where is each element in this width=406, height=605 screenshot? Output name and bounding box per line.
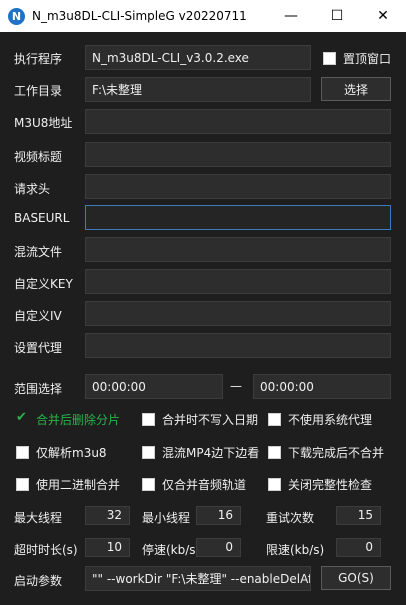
checkbox-box[interactable]: [268, 446, 281, 459]
option-label: 混流MP4边下边看: [162, 446, 260, 460]
option-label: 合并时不写入日期: [162, 413, 259, 427]
option-label: 关闭完整性检查: [288, 478, 373, 492]
exe-label: 执行程序: [14, 52, 63, 66]
stop-speed-input[interactable]: 0: [196, 538, 241, 557]
option-checkbox[interactable]: 合并后删除分片: [16, 410, 121, 428]
video-title-input[interactable]: [85, 142, 391, 167]
close-button[interactable]: ✕: [360, 0, 406, 32]
workdir-label: 工作目录: [14, 84, 63, 98]
max-threads-label: 最大线程: [14, 511, 63, 525]
custom-key-input[interactable]: [85, 269, 391, 294]
mux-file-label: 混流文件: [14, 245, 63, 259]
retry-label: 重试次数: [266, 511, 315, 525]
video-title-label: 视频标题: [14, 150, 63, 164]
proxy-label: 设置代理: [14, 341, 63, 355]
option-checkbox[interactable]: 仅合并音频轨道: [142, 476, 246, 493]
app-logo-icon: N: [8, 7, 25, 25]
stop-speed-label: 停速(kb/s): [142, 543, 201, 557]
min-threads-label: 最小线程: [142, 511, 191, 525]
timeout-label: 超时时长(s): [14, 543, 78, 557]
retry-input[interactable]: 15: [336, 506, 381, 525]
range-end-input[interactable]: 00:00:00: [253, 374, 391, 399]
option-checkbox[interactable]: 不使用系统代理: [268, 411, 372, 428]
headers-input[interactable]: [85, 174, 391, 199]
exe-input[interactable]: N_m3u8DL-CLI_v3.0.2.exe: [85, 45, 311, 70]
range-separator: —: [230, 379, 242, 393]
headers-label: 请求头: [14, 182, 51, 196]
choose-dir-button[interactable]: 选择: [321, 77, 391, 101]
checkbox-box[interactable]: [16, 478, 29, 491]
custom-iv-input[interactable]: [85, 301, 391, 326]
mux-file-input[interactable]: [85, 237, 391, 262]
option-checkbox[interactable]: 合并时不写入日期: [142, 411, 258, 428]
limit-speed-label: 限速(kb/s): [266, 543, 325, 557]
baseurl-label: BASEURL: [14, 211, 70, 225]
checkbox-box[interactable]: [268, 478, 281, 491]
option-label: 仅解析m3u8: [36, 446, 107, 460]
timeout-input[interactable]: 10: [85, 538, 130, 557]
checkbox-box[interactable]: [268, 413, 281, 426]
launch-args-label: 启动参数: [14, 574, 63, 588]
option-label: 合并后删除分片: [36, 413, 121, 427]
custom-key-label: 自定义KEY: [14, 277, 73, 291]
launch-args-input[interactable]: "" --workDir "F:\未整理" --enableDelAf: [85, 566, 311, 591]
option-label: 使用二进制合并: [36, 478, 121, 492]
checkbox-box-checked[interactable]: [16, 410, 29, 426]
checkbox-box[interactable]: [142, 413, 155, 426]
maximize-button[interactable]: ☐: [314, 0, 360, 32]
topmost-label: 置顶窗口: [343, 52, 392, 66]
topmost-checkbox[interactable]: 置顶窗口: [323, 50, 391, 67]
m3u8-label: M3U8地址: [14, 116, 73, 130]
option-label: 下载完成后不合并: [288, 446, 385, 460]
title-bar: N N_m3u8DL-CLI-SimpleG v20220711 — ☐ ✕: [0, 0, 406, 32]
option-checkbox[interactable]: 仅解析m3u8: [16, 444, 107, 461]
max-threads-input[interactable]: 32: [85, 506, 130, 525]
baseurl-input[interactable]: [85, 205, 391, 230]
checkbox-box[interactable]: [16, 446, 29, 459]
m3u8-url-input[interactable]: [85, 109, 391, 134]
checkbox-box[interactable]: [142, 478, 155, 491]
min-threads-input[interactable]: 16: [196, 506, 241, 525]
range-start-input[interactable]: 00:00:00: [85, 374, 223, 399]
go-button[interactable]: GO(S): [321, 566, 391, 590]
option-checkbox[interactable]: 混流MP4边下边看: [142, 444, 259, 461]
limit-speed-input[interactable]: 0: [336, 538, 381, 557]
option-checkbox[interactable]: 使用二进制合并: [16, 476, 120, 493]
checkbox-box[interactable]: [142, 446, 155, 459]
option-label: 不使用系统代理: [288, 413, 373, 427]
option-label: 仅合并音频轨道: [162, 478, 247, 492]
minimize-button[interactable]: —: [268, 0, 314, 32]
range-label: 范围选择: [14, 382, 63, 396]
option-checkbox[interactable]: 下载完成后不合并: [268, 444, 384, 461]
checkbox-box[interactable]: [323, 52, 336, 65]
proxy-input[interactable]: [85, 333, 391, 358]
window-title: N_m3u8DL-CLI-SimpleG v20220711: [32, 9, 247, 23]
workdir-input[interactable]: F:\未整理: [85, 77, 311, 102]
custom-iv-label: 自定义IV: [14, 309, 62, 323]
option-checkbox[interactable]: 关闭完整性检查: [268, 476, 372, 493]
